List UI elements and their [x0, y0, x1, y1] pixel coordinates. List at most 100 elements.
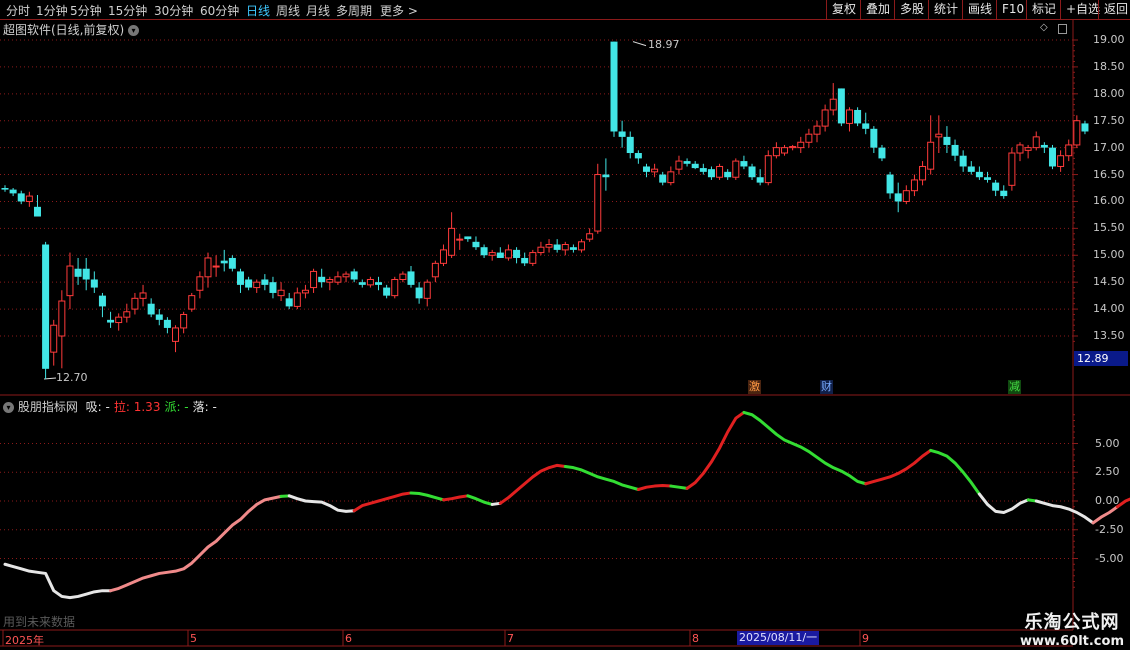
indicator-segment: [466, 494, 494, 506]
candle: [98, 292, 106, 318]
indicator-values: 吸: - 拉: 1.33 派: - 落: -: [82, 400, 217, 414]
candle: [220, 249, 228, 272]
indicator-tick-3: -2.50: [1095, 522, 1124, 536]
chart-canvas[interactable]: [0, 0, 1130, 650]
candlestick-series: [1, 41, 1089, 380]
candle: [375, 276, 383, 291]
candle: [1073, 115, 1081, 148]
candle: [610, 41, 618, 137]
candle: [683, 158, 691, 167]
candle: [886, 171, 894, 199]
indicator-segment: [864, 448, 933, 486]
price-tick-5: 16.50: [1093, 167, 1125, 181]
candle: [74, 257, 82, 285]
candle: [9, 188, 17, 197]
watermark: 乐淘公式网 www.60lt.com: [1020, 608, 1124, 649]
candle: [407, 266, 415, 288]
candle: [1016, 142, 1024, 162]
indicator-segment: [1091, 505, 1119, 525]
candle: [740, 155, 748, 170]
candle: [553, 239, 561, 253]
candle: [472, 236, 480, 250]
candle: [772, 142, 780, 159]
candle: [805, 128, 813, 148]
candle: [1032, 131, 1040, 151]
candle: [1000, 185, 1008, 199]
candle: [139, 284, 147, 307]
event-marker-ji[interactable]: 激: [748, 380, 761, 394]
candle: [691, 161, 699, 170]
candle: [366, 276, 374, 288]
candle: [1008, 147, 1016, 191]
candle: [399, 271, 407, 283]
candle: [1065, 139, 1073, 162]
candle: [439, 244, 447, 267]
candle: [228, 255, 236, 272]
candle: [391, 276, 399, 299]
candle: [561, 241, 569, 256]
candle: [293, 287, 301, 310]
indicator-segment: [742, 410, 868, 486]
candle: [513, 247, 521, 264]
candle: [1, 185, 9, 192]
candle: [464, 236, 472, 242]
candle: [431, 260, 439, 283]
candle: [837, 88, 845, 127]
price-tick-2: 18.00: [1093, 86, 1125, 100]
candle: [902, 185, 910, 205]
candle: [350, 268, 358, 283]
candle: [423, 279, 431, 307]
indicator-segment: [109, 494, 283, 593]
indicator-segment: [1034, 499, 1095, 525]
time-label-4: 8: [692, 632, 699, 645]
indicator-line: [3, 410, 1130, 600]
cursor-date: 2025/08/11/一: [737, 631, 820, 645]
candle: [107, 311, 115, 328]
candle: [537, 241, 545, 256]
indicator-segment: [669, 484, 689, 490]
candle: [66, 252, 74, 310]
candle: [521, 252, 529, 267]
candle: [707, 166, 715, 180]
indicator-name: 股朋指标网: [17, 400, 78, 414]
candle: [781, 144, 789, 156]
candle: [180, 311, 188, 334]
indicator-tick-0: 5.00: [1095, 436, 1120, 450]
event-marker-cai[interactable]: 财: [820, 380, 833, 394]
price-tick-8: 15.00: [1093, 248, 1125, 262]
watermark-url: www.60lt.com: [1019, 634, 1124, 649]
candle: [212, 255, 220, 277]
candle: [50, 319, 58, 366]
candle: [82, 257, 90, 291]
candle: [845, 107, 853, 132]
candle: [984, 171, 992, 183]
time-label-3: 7: [507, 632, 514, 645]
indicator-dropdown-icon[interactable]: ▾: [3, 402, 14, 413]
time-label-5: 9: [862, 632, 869, 645]
candle: [943, 126, 951, 154]
candle: [659, 171, 667, 186]
price-tick-1: 18.50: [1093, 59, 1125, 73]
candle: [651, 163, 659, 178]
candle: [334, 271, 342, 285]
candle: [90, 271, 98, 293]
candle: [115, 313, 123, 331]
candle: [732, 158, 740, 180]
high-price-label: 18.97: [648, 38, 680, 51]
indicator-segment: [409, 491, 445, 502]
candle: [342, 271, 350, 283]
candle: [569, 244, 577, 253]
candle: [253, 279, 261, 293]
indicator-segment: [563, 465, 640, 491]
candle: [716, 163, 724, 180]
event-marker-jian[interactable]: 减: [1008, 380, 1021, 394]
candle: [25, 191, 33, 207]
price-tick-6: 16.00: [1093, 194, 1125, 208]
candle: [724, 169, 732, 180]
candle: [951, 139, 959, 162]
price-tick-0: 19.00: [1093, 33, 1125, 46]
indicator-title: ▾ 股朋指标网 吸: - 拉: 1.33 派: - 落: -: [3, 398, 217, 415]
time-label-0: 2025年: [5, 634, 44, 647]
candle: [504, 244, 512, 261]
candle: [310, 268, 318, 293]
